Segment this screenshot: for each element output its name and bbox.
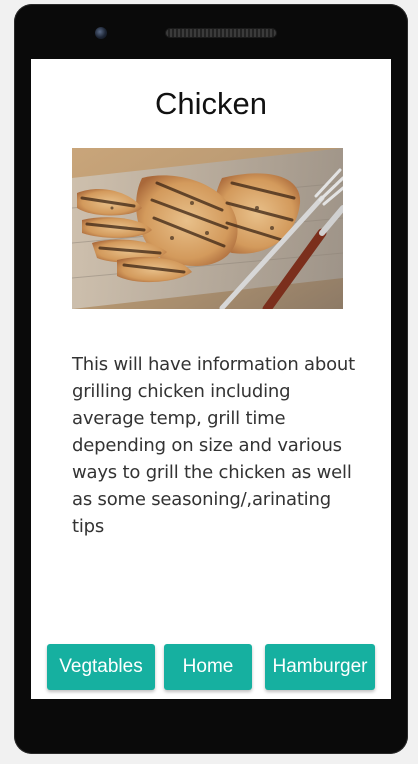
vegtables-button[interactable]: Vegtables <box>47 644 155 690</box>
hamburger-button[interactable]: Hamburger <box>265 644 375 690</box>
camera-icon <box>95 27 107 39</box>
description-text: This will have information about grillin… <box>72 354 355 537</box>
vegtables-button-label: Vegtables <box>59 656 143 677</box>
speaker-grille <box>166 29 276 37</box>
page-title: Chicken <box>155 86 267 121</box>
home-button-label: Home <box>182 656 234 677</box>
grilled-chicken-image <box>72 148 343 309</box>
home-button[interactable]: Home <box>164 644 252 690</box>
hamburger-button-label: Hamburger <box>272 656 368 677</box>
app-screen: Chicken This will have information about… <box>31 59 391 699</box>
phone-frame: Chicken This will have information about… <box>14 4 408 754</box>
